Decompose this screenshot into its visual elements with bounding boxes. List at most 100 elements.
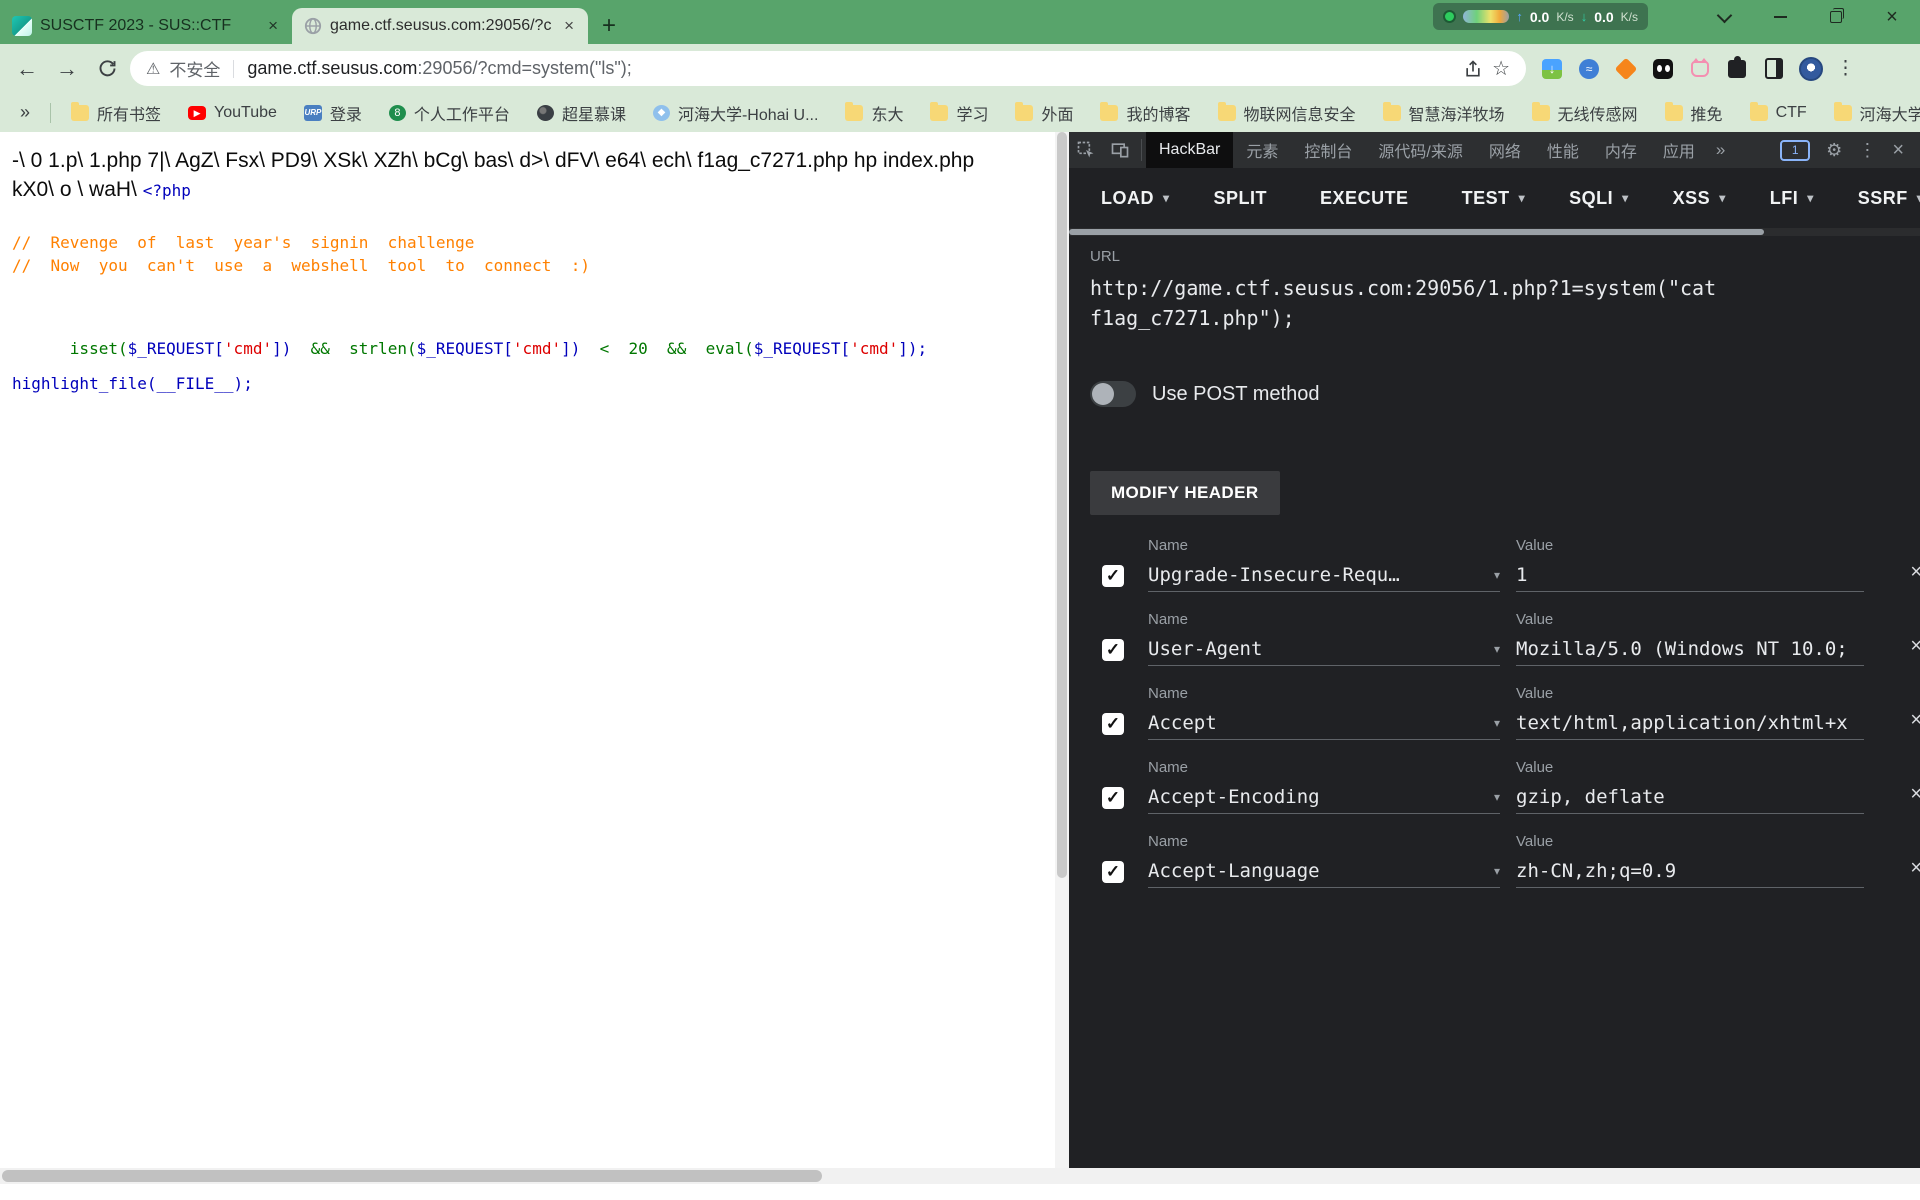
hackbar-menu-item[interactable]: EXECUTE — [1320, 188, 1418, 209]
remove-header-button[interactable]: × — [1910, 561, 1920, 584]
bookmark-item[interactable]: 推免 — [1664, 101, 1723, 125]
hackbar-menu-item[interactable]: XSS ▾ — [1673, 188, 1726, 209]
bookmark-item[interactable]: YouTube — [188, 104, 277, 122]
new-tab-button[interactable]: + — [588, 8, 630, 44]
minimize-button[interactable] — [1752, 0, 1808, 34]
bookmark-item[interactable]: 超星慕课 — [536, 101, 626, 125]
console-messages-badge[interactable]: 1 — [1780, 139, 1811, 161]
header-value-field[interactable]: text/html,application/xhtml+x — [1516, 706, 1864, 740]
device-toolbar-button[interactable] — [1103, 132, 1137, 168]
header-value-field[interactable]: 1 — [1516, 558, 1864, 592]
browser-menu-kebab-icon[interactable]: ⋮ — [1836, 57, 1855, 80]
remove-header-button[interactable]: × — [1910, 709, 1920, 732]
vertical-scroll-thumb[interactable] — [1057, 132, 1067, 878]
header-name-field[interactable]: User-Agent ▾ — [1148, 632, 1500, 666]
header-name-field[interactable]: Accept ▾ — [1148, 706, 1500, 740]
security-label[interactable]: 不安全 — [169, 56, 220, 81]
devtools-tab[interactable]: 内存 — [1592, 132, 1650, 168]
bookmark-item[interactable]: 个人工作平台 — [388, 101, 510, 125]
close-window-button[interactable]: × — [1864, 0, 1920, 34]
header-value-field[interactable]: gzip, deflate — [1516, 780, 1864, 814]
blue-wave-extension-icon[interactable]: ≈ — [1577, 57, 1601, 81]
remove-header-button[interactable]: × — [1910, 857, 1920, 880]
profile-avatar[interactable] — [1799, 56, 1823, 81]
devtools-close-icon[interactable]: × — [1892, 139, 1904, 162]
header-enabled-checkbox[interactable]: ✓ — [1102, 565, 1124, 587]
devtools-tab[interactable]: 源代码/来源 — [1365, 132, 1475, 168]
bookmark-star-icon[interactable]: ☆ — [1492, 56, 1510, 81]
horizontal-scroll-thumb[interactable] — [2, 1170, 822, 1182]
dropdown-caret-icon[interactable]: ▾ — [1494, 716, 1500, 730]
hackbar-toolbar-scrollbar[interactable] — [1069, 228, 1920, 236]
hackbar-menu-item[interactable]: LFI ▾ — [1770, 188, 1814, 209]
bookmark-item[interactable]: CTF — [1749, 101, 1807, 122]
header-name-field[interactable]: Accept-Encoding ▾ — [1148, 780, 1500, 814]
bookmark-item[interactable]: 河海大学-Hohai U... — [652, 101, 818, 125]
bookmarks-overflow-chevron[interactable]: » — [20, 102, 30, 123]
devtools-tab[interactable]: 元素 — [1233, 132, 1291, 168]
bookmark-item[interactable]: 无线传感网 — [1531, 101, 1638, 125]
inspect-element-button[interactable] — [1069, 132, 1103, 168]
remove-header-button[interactable]: × — [1910, 783, 1920, 806]
dropdown-caret-icon[interactable]: ▾ — [1494, 790, 1500, 804]
header-enabled-checkbox[interactable]: ✓ — [1102, 861, 1124, 883]
header-enabled-checkbox[interactable]: ✓ — [1102, 713, 1124, 735]
address-bar[interactable]: ⚠ 不安全 game.ctf.seusus.com:29056/?cmd=sys… — [130, 51, 1526, 86]
bookmark-item[interactable]: 外面 — [1015, 101, 1073, 125]
page-horizontal-scrollbar[interactable] — [0, 1168, 1920, 1184]
bookmark-item[interactable]: 智慧海洋牧场 — [1382, 101, 1505, 125]
side-panel-icon[interactable] — [1762, 57, 1786, 81]
post-method-toggle[interactable] — [1090, 381, 1136, 407]
hackbar-menu-item[interactable]: LOAD ▾ — [1101, 188, 1170, 209]
tab-close-icon[interactable]: × — [266, 16, 280, 36]
devtools-settings-gear-icon[interactable]: ⚙ — [1826, 140, 1842, 161]
hackbar-menu-item[interactable]: SSRF ▾ — [1858, 188, 1920, 209]
bookmark-item[interactable]: 河海大学 — [1833, 101, 1920, 125]
bookmark-item[interactable]: 物联网信息安全 — [1217, 101, 1356, 125]
devtools-menu-kebab-icon[interactable]: ⋮ — [1858, 140, 1876, 161]
back-button[interactable]: ← — [10, 52, 44, 86]
restore-button[interactable] — [1808, 0, 1864, 34]
reload-button[interactable] — [90, 52, 124, 86]
horizontal-scroll-thumb[interactable] — [1069, 229, 1764, 235]
header-enabled-checkbox[interactable]: ✓ — [1102, 639, 1124, 661]
hackbar-menu-item[interactable]: SQLI ▾ — [1569, 188, 1629, 209]
more-tabs-chevron[interactable]: » — [1708, 140, 1733, 160]
share-button[interactable] — [1463, 59, 1483, 79]
forward-button[interactable]: → — [50, 52, 84, 86]
hackbar-menu-item[interactable]: SPLIT — [1214, 188, 1277, 209]
header-name-field[interactable]: Accept-Language ▾ — [1148, 854, 1500, 888]
hackbar-menu-item[interactable]: TEST ▾ — [1462, 188, 1526, 209]
url-text[interactable]: game.ctf.seusus.com:29056/?cmd=system("l… — [247, 58, 1454, 79]
dropdown-caret-icon[interactable]: ▾ — [1494, 864, 1500, 878]
all-bookmarks-item[interactable]: 所有书签 — [71, 101, 161, 125]
devtools-tab[interactable]: HackBar — [1146, 132, 1234, 168]
devtools-tab[interactable]: 网络 — [1476, 132, 1534, 168]
window-chevron-button[interactable] — [1696, 0, 1752, 34]
bookmark-item[interactable]: 东大 — [845, 101, 903, 125]
bookmark-item[interactable]: 学习 — [930, 101, 988, 125]
dropdown-caret-icon[interactable]: ▾ — [1494, 568, 1500, 582]
dropdown-caret-icon[interactable]: ▾ — [1494, 642, 1500, 656]
download-manager-extension-icon[interactable]: ↓ — [1540, 57, 1564, 81]
bookmark-item[interactable]: 登录 — [303, 101, 362, 125]
header-enabled-checkbox[interactable]: ✓ — [1102, 787, 1124, 809]
bookmark-item[interactable]: 我的博客 — [1100, 101, 1191, 125]
devtools-tab[interactable]: 性能 — [1534, 132, 1592, 168]
extensions-puzzle-icon[interactable] — [1725, 55, 1749, 81]
page-vertical-scrollbar[interactable] — [1055, 132, 1069, 1168]
cat-extension-icon[interactable] — [1688, 57, 1712, 81]
fox-extension-icon[interactable] — [1614, 57, 1638, 81]
panda-extension-icon[interactable] — [1651, 57, 1675, 81]
devtools-tab[interactable]: 控制台 — [1291, 132, 1365, 168]
devtools-tab[interactable]: 应用 — [1650, 132, 1708, 168]
remove-header-button[interactable]: × — [1910, 635, 1920, 658]
tab-susctf[interactable]: SUSCTF 2023 - SUS::CTF × — [0, 8, 292, 44]
header-value-field[interactable]: zh-CN,zh;q=0.9 — [1516, 854, 1864, 888]
header-name-field[interactable]: Upgrade-Insecure-Requ… ▾ — [1148, 558, 1500, 592]
hackbar-url-input[interactable]: http://game.ctf.seusus.com:29056/1.php?1… — [1090, 273, 1790, 333]
security-warning-icon[interactable]: ⚠ — [146, 59, 160, 79]
header-value-field[interactable]: Mozilla/5.0 (Windows NT 10.0; — [1516, 632, 1864, 666]
modify-header-button[interactable]: MODIFY HEADER — [1090, 471, 1280, 515]
tab-game-ctf[interactable]: game.ctf.seusus.com:29056/?c × — [292, 8, 588, 44]
